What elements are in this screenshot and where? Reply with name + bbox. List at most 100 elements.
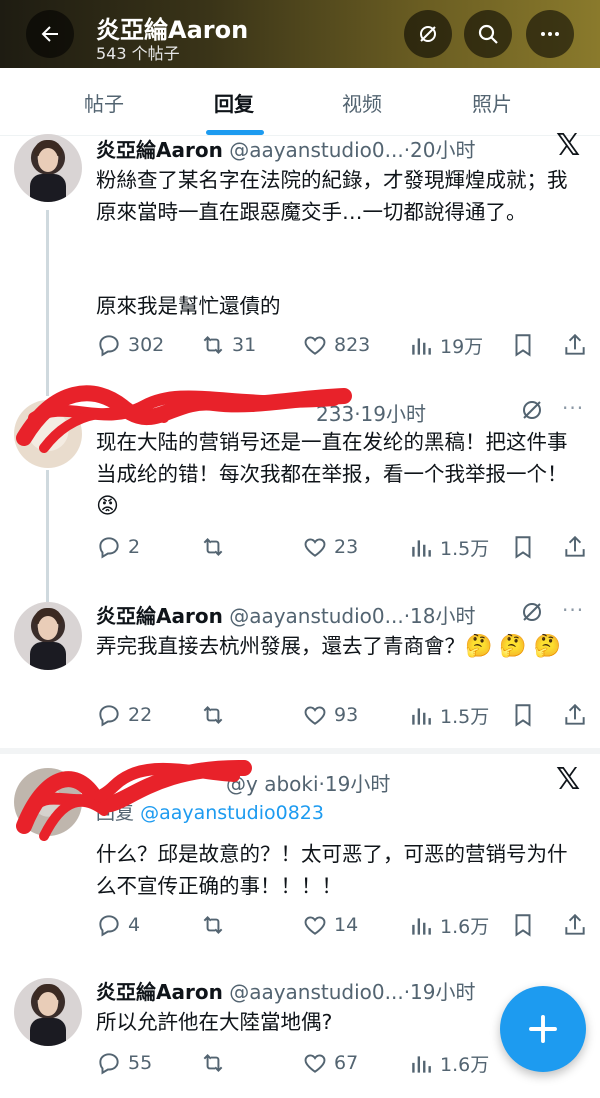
profile-tabs: 帖子 回复 视频 照片 [0,68,600,136]
post-time: ·19小时 [403,980,476,1004]
like-button[interactable]: 67 [302,1050,358,1076]
post-count: 543 个帖子 [96,44,180,63]
views-icon [412,917,431,935]
x-logo-icon: 𝕏 [556,762,581,797]
like-button[interactable]: 14 [302,912,358,938]
bookmark-button[interactable] [510,534,542,560]
more-button[interactable] [526,10,574,58]
arrow-left-icon [41,26,58,42]
views-icon [412,337,431,355]
view-count: 1.5万 [440,706,490,728]
reply-button[interactable]: 302 [96,332,164,358]
views-button[interactable]: 1.5万 [408,702,489,729]
avatar[interactable] [14,602,82,670]
angry-emoji: 😡 [96,494,119,519]
like-button[interactable]: 23 [302,534,358,560]
retweet-icon [203,706,223,724]
avatar[interactable] [14,134,82,202]
reply-count: 302 [128,334,165,356]
like-button[interactable]: 823 [302,332,370,358]
retweet-icon [203,1054,223,1072]
views-icon [412,707,431,725]
post-text: 粉絲查了某名字在法院的紀錄，才發現輝煌成就；我原來當時一直在跟惡魔交手…一切都說… [96,168,568,224]
author-name[interactable]: 炎亞綸Aaron [96,138,223,162]
compose-button[interactable] [500,986,586,1072]
views-button[interactable]: 19万 [408,332,483,359]
retweet-button[interactable] [200,702,232,728]
author-handle[interactable]: @aayanstudio0... [229,980,404,1004]
like-button[interactable]: 93 [302,702,358,728]
post-author-row: 炎亞綸Aaron @aayanstudio0...·20小时 [96,134,476,163]
views-button[interactable]: 1.5万 [408,534,489,561]
back-button[interactable] [26,10,74,58]
share-button[interactable] [562,702,594,728]
reply-button[interactable]: 2 [96,534,140,560]
bookmark-icon [515,704,531,727]
reply-count: 2 [128,536,141,558]
like-count: 67 [334,1052,359,1074]
author-name[interactable]: 炎亞綸Aaron [96,980,223,1004]
reply-icon [99,537,119,559]
view-count: 1.5万 [440,538,490,560]
reply-button[interactable]: 22 [96,702,152,728]
avatar[interactable] [14,768,82,836]
share-button[interactable] [562,534,594,560]
tab-videos[interactable]: 视频 [342,88,382,117]
reply-icon [99,705,119,727]
search-button[interactable] [464,10,512,58]
author-handle[interactable]: @y aboki [226,772,319,796]
reply-icon [99,335,119,357]
heart-icon [304,538,326,557]
tab-photos[interactable]: 照片 [472,88,512,117]
share-icon [565,333,585,355]
profile-header: 炎亞綸Aaron 543 个帖子 [0,0,600,68]
avatar[interactable] [14,978,82,1046]
author-handle[interactable]: @aayanstudio0... [229,604,404,628]
author-name[interactable]: 炎亞綸Aaron [96,604,223,628]
author-handle[interactable]: @aayanstudio0... [229,138,404,162]
like-count: 23 [334,536,359,558]
bookmark-button[interactable] [510,332,542,358]
share-button[interactable] [562,912,594,938]
views-button[interactable]: 1.6万 [408,912,489,939]
heart-icon [304,916,326,935]
more-icon[interactable]: ··· [562,598,584,622]
reply-button[interactable]: 55 [96,1050,152,1076]
reply-icon [99,1053,119,1075]
like-count: 823 [334,334,371,356]
post-text-2: 原來我是幫忙還債的 [96,294,281,318]
post-time: ·19小时 [354,402,426,426]
share-button[interactable] [562,332,594,358]
tab-posts[interactable]: 帖子 [84,88,124,117]
reply-count: 4 [128,914,141,936]
search-icon [478,24,498,44]
retweet-button[interactable] [200,534,232,560]
retweet-button[interactable] [200,1050,232,1076]
views-button[interactable]: 1.6万 [408,1050,489,1077]
view-count: 1.6万 [440,916,490,938]
post-time: ·20小时 [403,138,476,162]
post-time: ·19小时 [318,772,391,796]
grok-button[interactable] [404,10,452,58]
post-author-row: 炎亞綸Aaron @aayanstudio0...·19小时 [96,976,476,1005]
avatar[interactable] [14,400,82,468]
retweet-button[interactable]: 31 [200,332,256,358]
reply-count: 55 [128,1052,153,1074]
tab-replies[interactable]: 回复 [214,88,254,117]
reply-count: 22 [128,704,153,726]
replying-to: 回复 @aayanstudio0823 [96,802,324,824]
heart-icon [304,706,326,725]
grok-icon[interactable] [520,600,544,624]
author-handle[interactable]: 233 [316,402,354,426]
bookmark-button[interactable] [510,912,542,938]
retweet-button[interactable] [200,912,232,938]
more-icon[interactable]: ··· [562,396,584,420]
view-count: 19万 [440,336,484,358]
reply-button[interactable]: 4 [96,912,140,938]
views-icon [412,539,431,557]
reply-to-handle[interactable]: @aayanstudio0823 [140,802,324,824]
grok-icon[interactable] [520,398,544,422]
share-icon [565,535,585,557]
bookmark-button[interactable] [510,702,542,728]
reply-icon [99,915,119,937]
